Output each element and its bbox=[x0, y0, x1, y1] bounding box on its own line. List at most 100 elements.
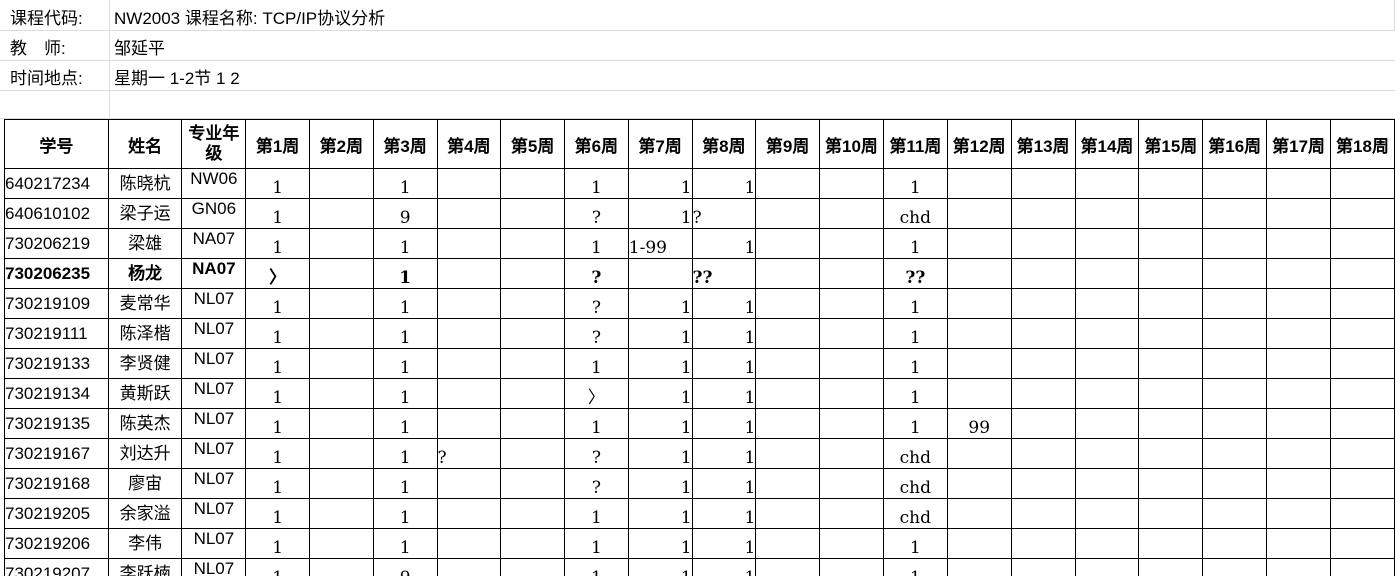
week-1-cell[interactable]: 1 bbox=[245, 528, 311, 559]
week-1-cell[interactable]: 1 bbox=[245, 468, 311, 499]
week-6-cell[interactable]: 1 bbox=[564, 558, 629, 576]
week-2-cell[interactable] bbox=[309, 558, 374, 576]
week-10-cell[interactable] bbox=[819, 228, 884, 259]
week-12-cell[interactable] bbox=[946, 228, 1012, 259]
student-name-cell[interactable]: 杨龙 bbox=[107, 258, 183, 289]
week-3-cell[interactable]: 1 bbox=[372, 438, 438, 469]
week-10-cell[interactable] bbox=[819, 258, 884, 289]
week-15-cell[interactable] bbox=[1138, 498, 1204, 529]
week-13-cell[interactable] bbox=[1010, 438, 1076, 469]
week-2-cell[interactable] bbox=[309, 198, 374, 229]
week-7-cell[interactable]: 1 bbox=[627, 168, 693, 199]
week-11-cell[interactable]: 1 bbox=[882, 528, 948, 559]
week-15-cell[interactable] bbox=[1138, 528, 1204, 559]
major-cell[interactable]: NL07 bbox=[181, 408, 247, 439]
week-12-cell[interactable] bbox=[946, 498, 1012, 529]
week-12-cell[interactable] bbox=[946, 318, 1012, 349]
week-5-cell[interactable] bbox=[500, 378, 566, 409]
week-6-cell[interactable]: 1 bbox=[564, 408, 629, 439]
student-id-cell[interactable]: 730219168 bbox=[4, 468, 109, 499]
week-10-cell[interactable] bbox=[819, 558, 884, 576]
header-week-5[interactable]: 第5周 bbox=[500, 119, 566, 169]
week-16-cell[interactable] bbox=[1202, 438, 1268, 469]
teacher-name[interactable]: 邹延平 bbox=[114, 34, 165, 59]
header-week-6[interactable]: 第6周 bbox=[564, 119, 629, 169]
week-5-cell[interactable] bbox=[500, 498, 566, 529]
week-18-cell[interactable] bbox=[1330, 558, 1395, 576]
week-16-cell[interactable] bbox=[1202, 288, 1268, 319]
week-9-cell[interactable] bbox=[755, 258, 821, 289]
week-4-cell[interactable] bbox=[436, 468, 502, 499]
student-id-cell[interactable]: 730219111 bbox=[4, 318, 109, 349]
week-16-cell[interactable] bbox=[1202, 408, 1268, 439]
week-8-cell[interactable]: 1 bbox=[691, 228, 757, 259]
student-name-cell[interactable]: 麦常华 bbox=[107, 288, 183, 319]
week-6-cell[interactable]: 1 bbox=[564, 528, 629, 559]
week-4-cell[interactable]: ? bbox=[436, 438, 502, 469]
week-15-cell[interactable] bbox=[1138, 228, 1204, 259]
week-1-cell[interactable]: 1 bbox=[245, 228, 311, 259]
week-8-cell[interactable]: 1 bbox=[691, 318, 757, 349]
week-17-cell[interactable] bbox=[1266, 558, 1332, 576]
week-14-cell[interactable] bbox=[1074, 348, 1140, 379]
week-13-cell[interactable] bbox=[1010, 468, 1076, 499]
week-18-cell[interactable] bbox=[1330, 228, 1395, 259]
week-15-cell[interactable] bbox=[1138, 558, 1204, 576]
week-7-cell[interactable]: 1 bbox=[627, 288, 693, 319]
student-id-cell[interactable]: 730206235 bbox=[4, 258, 109, 289]
week-15-cell[interactable] bbox=[1138, 348, 1204, 379]
week-6-cell[interactable]: ? bbox=[564, 258, 629, 289]
week-1-cell[interactable]: 1 bbox=[245, 348, 311, 379]
student-name-cell[interactable]: 李伟 bbox=[107, 528, 183, 559]
header-week-17[interactable]: 第17周 bbox=[1266, 119, 1332, 169]
week-14-cell[interactable] bbox=[1074, 528, 1140, 559]
week-4-cell[interactable] bbox=[436, 408, 502, 439]
week-11-cell[interactable]: 1 bbox=[882, 318, 948, 349]
week-5-cell[interactable] bbox=[500, 348, 566, 379]
week-16-cell[interactable] bbox=[1202, 498, 1268, 529]
week-13-cell[interactable] bbox=[1010, 198, 1076, 229]
major-cell[interactable]: NL07 bbox=[181, 288, 247, 319]
week-17-cell[interactable] bbox=[1266, 438, 1332, 469]
week-11-cell[interactable]: chd bbox=[882, 468, 948, 499]
week-1-cell[interactable]: 1 bbox=[245, 438, 311, 469]
week-13-cell[interactable] bbox=[1010, 258, 1076, 289]
week-7-cell[interactable]: 1 bbox=[627, 318, 693, 349]
week-13-cell[interactable] bbox=[1010, 318, 1076, 349]
week-2-cell[interactable] bbox=[309, 288, 374, 319]
week-8-cell[interactable]: 1 bbox=[691, 528, 757, 559]
week-5-cell[interactable] bbox=[500, 168, 566, 199]
week-11-cell[interactable]: 1 bbox=[882, 168, 948, 199]
course-code[interactable]: NW2003 课程名称: TCP/IP协议分析 bbox=[114, 4, 385, 29]
week-7-cell[interactable]: 1 bbox=[627, 348, 693, 379]
week-18-cell[interactable] bbox=[1330, 468, 1395, 499]
week-10-cell[interactable] bbox=[819, 348, 884, 379]
header-id[interactable]: 学号 bbox=[4, 119, 109, 169]
week-2-cell[interactable] bbox=[309, 468, 374, 499]
week-16-cell[interactable] bbox=[1202, 558, 1268, 576]
week-16-cell[interactable] bbox=[1202, 528, 1268, 559]
week-15-cell[interactable] bbox=[1138, 408, 1204, 439]
week-12-cell[interactable] bbox=[946, 528, 1012, 559]
week-7-cell[interactable]: 1 bbox=[627, 408, 693, 439]
week-4-cell[interactable] bbox=[436, 168, 502, 199]
week-5-cell[interactable] bbox=[500, 318, 566, 349]
week-1-cell[interactable]: 1 bbox=[245, 498, 311, 529]
week-1-cell[interactable]: 1 bbox=[245, 168, 311, 199]
week-18-cell[interactable] bbox=[1330, 168, 1395, 199]
header-major[interactable]: 专业年级 bbox=[181, 119, 247, 169]
week-10-cell[interactable] bbox=[819, 498, 884, 529]
week-14-cell[interactable] bbox=[1074, 168, 1140, 199]
week-9-cell[interactable] bbox=[755, 408, 821, 439]
week-17-cell[interactable] bbox=[1266, 168, 1332, 199]
header-week-1[interactable]: 第1周 bbox=[245, 119, 311, 169]
week-16-cell[interactable] bbox=[1202, 348, 1268, 379]
week-12-cell[interactable] bbox=[946, 348, 1012, 379]
header-week-10[interactable]: 第10周 bbox=[819, 119, 884, 169]
week-5-cell[interactable] bbox=[500, 528, 566, 559]
week-14-cell[interactable] bbox=[1074, 258, 1140, 289]
week-6-cell[interactable]: ? bbox=[564, 468, 629, 499]
week-9-cell[interactable] bbox=[755, 318, 821, 349]
week-16-cell[interactable] bbox=[1202, 258, 1268, 289]
week-6-cell[interactable]: ? bbox=[564, 288, 629, 319]
